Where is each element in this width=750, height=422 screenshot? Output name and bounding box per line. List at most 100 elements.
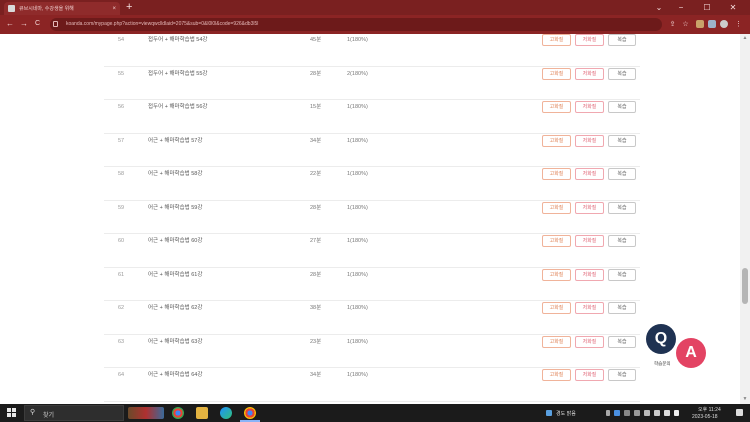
extension-icon[interactable] [696,20,704,28]
bluetooth-icon[interactable] [614,410,620,416]
file-explorer-icon[interactable] [196,407,208,419]
review-button[interactable]: 복습 [608,302,636,314]
extension-puzzle-icon[interactable] [708,20,716,28]
review-button[interactable]: 복습 [608,101,636,113]
lesson-title: 어근 + 해마학습법 57강 [148,137,203,144]
address-bar[interactable]: koanda.com/mypage.php?action=viewqwclldl… [50,18,662,31]
new-tab-button[interactable]: + [126,1,132,14]
tab-search-chevron-icon[interactable]: ⌄ [648,0,670,15]
lesson-number: 62 [118,305,125,311]
battery-icon[interactable] [644,410,650,416]
bookmark-star-icon[interactable]: ☆ [681,20,690,29]
reload-button[interactable]: C [35,18,40,30]
high-quality-button[interactable]: 고화질 [542,268,571,281]
lesson-duration: 22분 [310,171,322,177]
clock-time[interactable]: 오후 11:24 [698,406,721,413]
wifi-icon[interactable] [654,410,660,416]
low-quality-button[interactable]: 저화질 [575,67,604,80]
high-quality-button[interactable]: 고화질 [542,168,571,180]
lesson-title: 어근 + 해마학습법 62강 [148,305,203,311]
review-button[interactable]: 복습 [608,134,636,147]
lesson-list: 54 접두어 + 해마학습법 54강 45분 1(180%) 고화질 저화질 복습 55 접두어… [0,34,740,404]
lesson-duration: 34분 [310,372,322,378]
weather-icon[interactable] [546,410,552,416]
windows-start-icon[interactable] [7,408,17,418]
lesson-duration: 28분 [310,70,322,77]
notification-icon[interactable] [736,409,743,416]
search-highlight-image-icon[interactable] [128,407,164,419]
low-quality-button[interactable]: 저화질 [575,101,604,113]
weather-text[interactable]: 경도 맑음 [556,410,576,417]
high-quality-button[interactable]: 고화질 [542,67,571,80]
tab-close-icon[interactable]: × [112,6,116,12]
lesson-number: 64 [118,372,125,378]
review-button[interactable]: 복습 [608,369,636,381]
browser-tab[interactable]: 큐브시네마, 수강생을 위해 × [4,2,120,15]
review-button[interactable]: 복습 [608,268,636,281]
lesson-title: 접두어 + 해마학습법 55강 [148,70,208,77]
review-button[interactable]: 복습 [608,201,636,214]
scrollbar-thumb[interactable] [742,268,748,304]
review-button[interactable]: 복습 [608,235,636,247]
lesson-progress: 1(180%) [347,305,368,311]
high-quality-button[interactable]: 고화질 [542,201,571,214]
high-quality-button[interactable]: 고화질 [542,302,571,314]
low-quality-button[interactable]: 저화질 [575,34,604,46]
lesson-duration: 23분 [310,338,322,345]
lesson-progress: 1(180%) [347,137,368,144]
lesson-title: 어근 + 해마학습법 59강 [148,204,203,211]
review-button[interactable]: 복습 [608,34,636,46]
high-quality-button[interactable]: 고화질 [542,335,571,348]
browser-menu-icon[interactable]: ⋮ [734,20,743,29]
lesson-progress: 1(180%) [347,372,368,378]
forward-button[interactable]: → [20,18,28,30]
lesson-duration: 28분 [310,204,322,211]
lesson-number: 55 [118,70,125,77]
clock-date[interactable]: 2023-05-18 [692,414,718,420]
high-quality-button[interactable]: 고화질 [542,369,571,381]
scroll-up-arrow-icon[interactable]: ▲ [742,35,748,41]
share-icon[interactable]: ⇪ [668,20,677,29]
tab-title: 큐브시네마, 수강생을 위해 [19,6,74,12]
qa-a-bubble: A [676,338,706,368]
high-quality-button[interactable]: 고화질 [542,134,571,147]
lesson-progress: 1(180%) [347,37,368,43]
review-button[interactable]: 복습 [608,168,636,180]
tray-chevron-icon[interactable] [606,410,610,416]
window-maximize-button[interactable]: ☐ [696,0,718,15]
ime-icon[interactable] [674,410,679,416]
back-button[interactable]: ← [6,18,14,30]
window-close-button[interactable]: ✕ [722,0,744,15]
profile-avatar-icon[interactable] [720,20,728,28]
lesson-progress: 1(180%) [347,171,368,177]
network-icon[interactable] [624,410,630,416]
lesson-row: 56 접두어 + 해마학습법 56강 15분 1(180%) 고화질 저화질 복습 [104,100,640,134]
high-quality-button[interactable]: 고화질 [542,235,571,247]
low-quality-button[interactable]: 저화질 [575,335,604,348]
low-quality-button[interactable]: 저화질 [575,168,604,180]
window-minimize-button[interactable]: − [670,0,692,15]
lesson-number: 61 [118,271,125,278]
page-scrollbar[interactable]: ▲ ▼ [740,34,750,404]
edge-icon[interactable] [220,407,232,419]
scroll-down-arrow-icon[interactable]: ▼ [742,396,748,402]
review-button[interactable]: 복습 [608,67,636,80]
taskbar-search-box[interactable]: ⚲ 찾기 [24,405,124,421]
low-quality-button[interactable]: 저화질 [575,235,604,247]
lesson-row: 63 어근 + 해마학습법 63강 23분 1(180%) 고화질 저화질 복습 [104,335,640,368]
lock-icon[interactable] [53,21,58,27]
chrome-active-icon[interactable] [244,407,256,419]
low-quality-button[interactable]: 저화질 [575,134,604,147]
low-quality-button[interactable]: 저화질 [575,369,604,381]
volume-icon[interactable] [664,410,670,416]
chrome-icon[interactable] [172,407,184,419]
high-quality-button[interactable]: 고화질 [542,101,571,113]
lesson-duration: 45분 [310,37,322,43]
review-button[interactable]: 복습 [608,335,636,348]
low-quality-button[interactable]: 저화질 [575,268,604,281]
tray-app-icon[interactable] [634,410,640,416]
low-quality-button[interactable]: 저화질 [575,302,604,314]
high-quality-button[interactable]: 고화질 [542,34,571,46]
qa-chat-widget[interactable]: Q A 학습문의 [646,324,708,372]
low-quality-button[interactable]: 저화질 [575,201,604,214]
